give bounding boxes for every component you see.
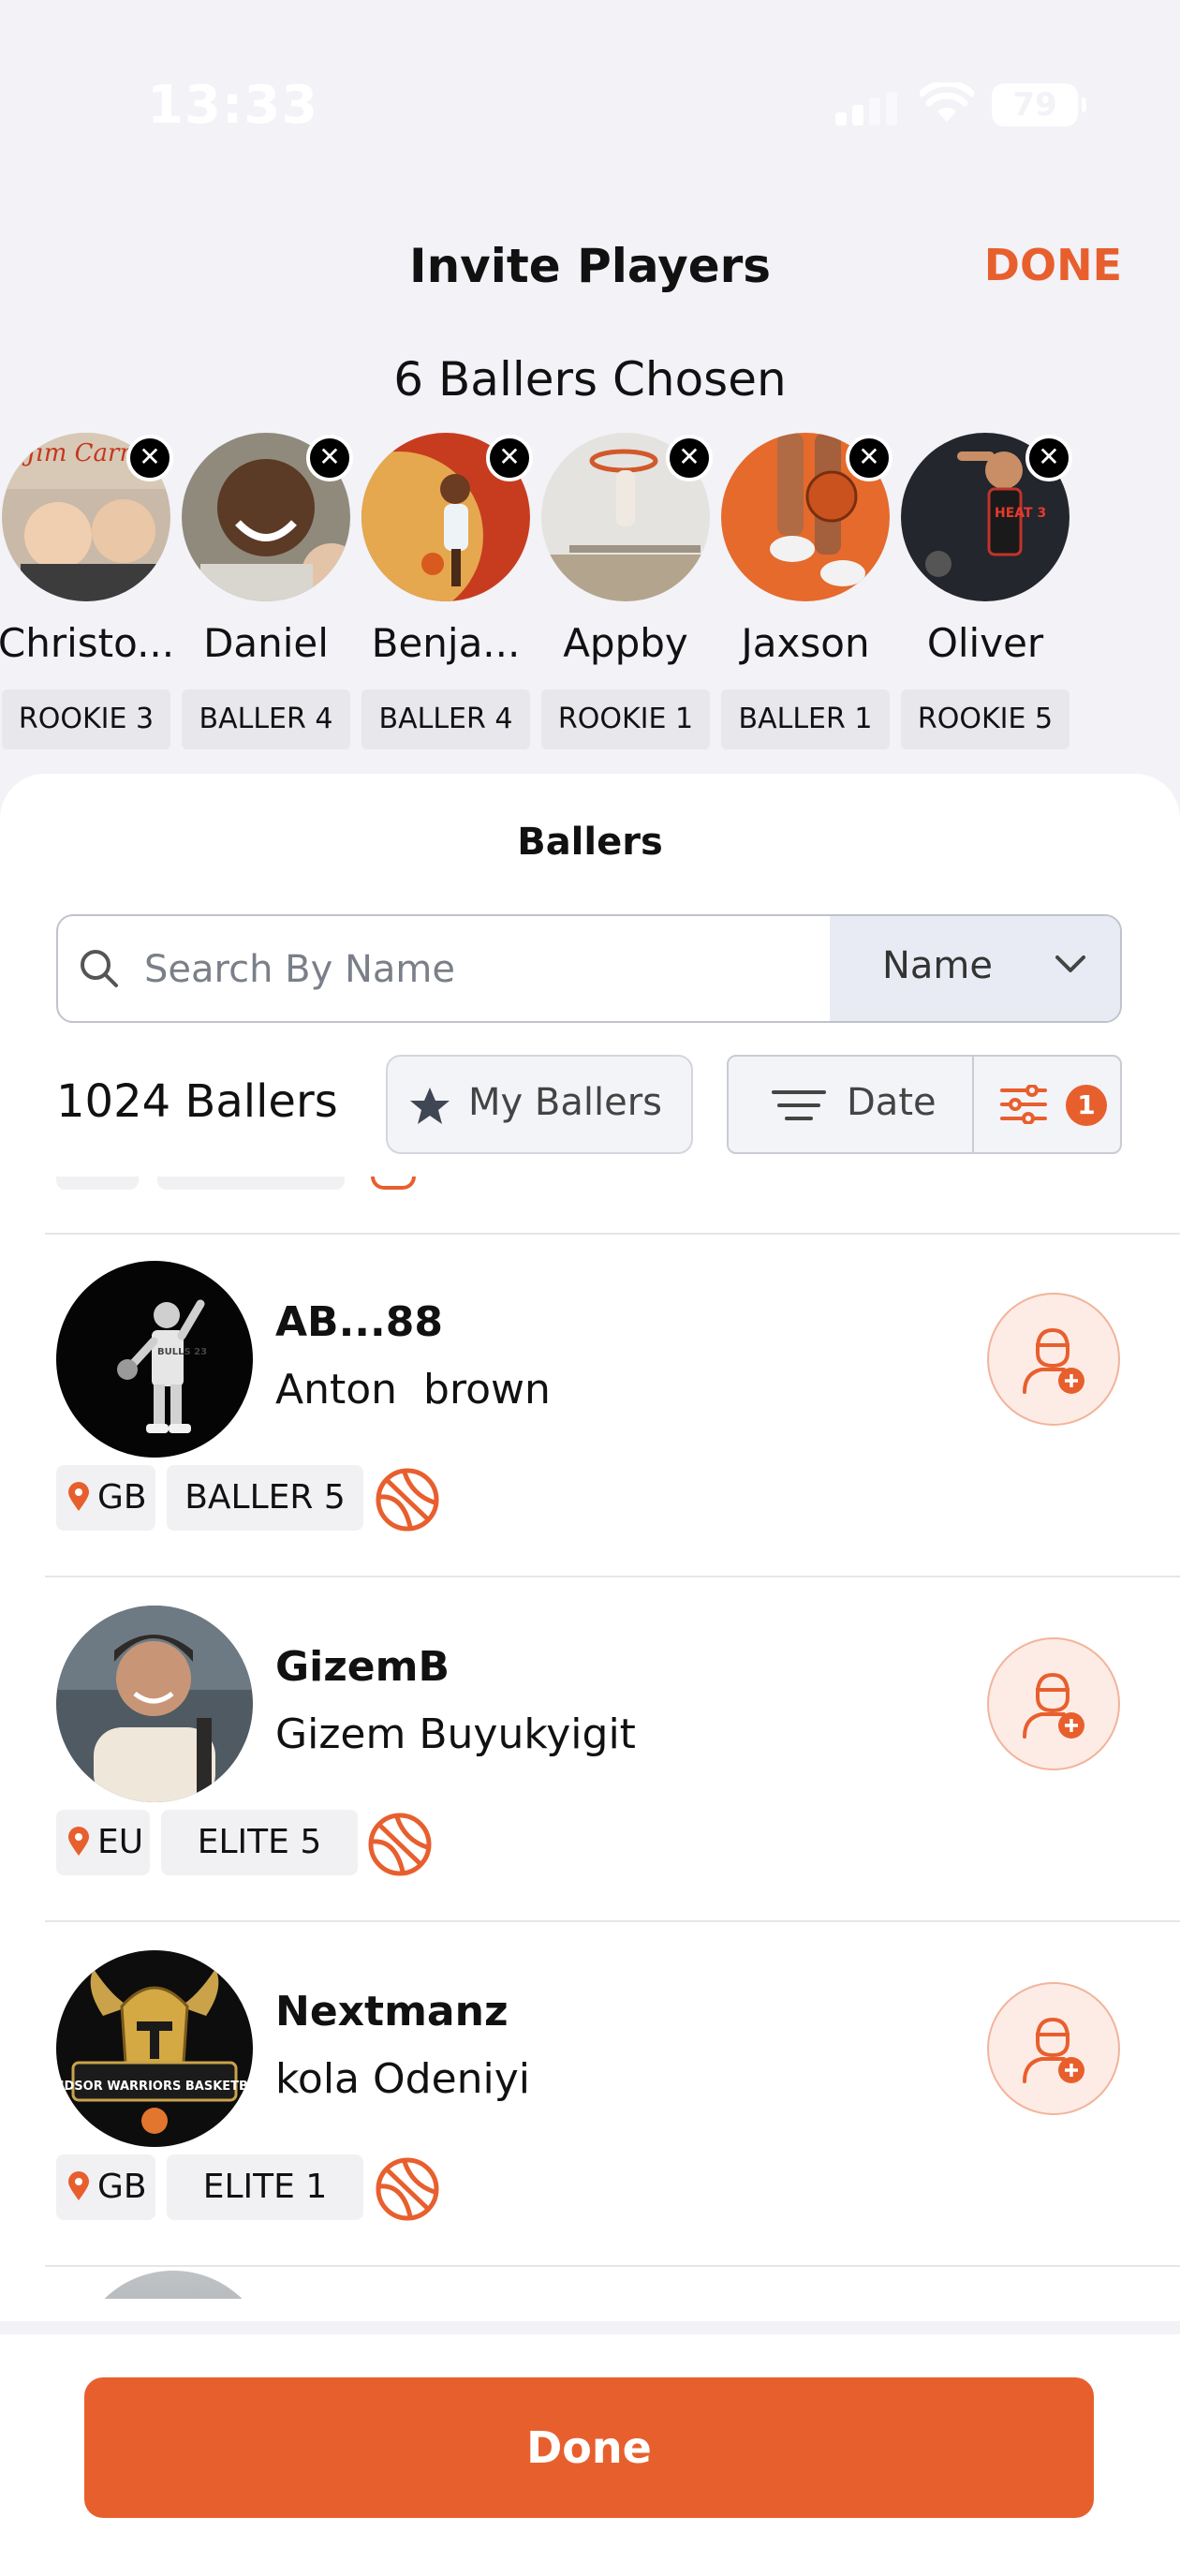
basketball-icon — [368, 1813, 432, 1876]
player-name: Gizem Buyukyigit — [275, 1710, 636, 1758]
ballers-count: 1024 Ballers — [56, 1075, 338, 1128]
chosen-player-badge: BALLER 4 — [182, 689, 350, 749]
location-code: GB — [97, 2168, 147, 2206]
add-player-icon — [1023, 1672, 1084, 1739]
list-item — [45, 1177, 1180, 1235]
remove-player-button[interactable]: ✕ — [666, 435, 713, 481]
chosen-count-label: 6 Ballers Chosen — [393, 352, 787, 407]
remove-player-button[interactable]: ✕ — [1025, 435, 1072, 481]
chosen-player-badge: ROOKIE 1 — [541, 689, 710, 749]
player-name: kola Odeniyi — [275, 2055, 531, 2103]
chevron-down-icon — [1055, 955, 1085, 972]
location-tag: GB — [56, 1465, 155, 1531]
status-bar: 13:33 79 — [0, 0, 1180, 187]
location-pin-icon — [68, 1827, 89, 1856]
invite-player-button[interactable] — [987, 1637, 1120, 1770]
filter-button[interactable]: 1 — [974, 1057, 1120, 1152]
invite-player-button[interactable] — [987, 1982, 1120, 2115]
chosen-player-name: Appby — [563, 620, 688, 666]
sort-label: Date — [847, 1081, 937, 1124]
location-pin-icon — [68, 2171, 89, 2200]
level-tag: ELITE 1 — [167, 2154, 363, 2220]
player-handle: GizemB — [275, 1643, 450, 1691]
done-button[interactable]: Done — [84, 2377, 1094, 2518]
players-list[interactable]: BULLS 23 AB...88 Anton brown GB BALLER 5… — [45, 1177, 1180, 2301]
invite-player-button[interactable] — [987, 1293, 1120, 1426]
bulls-jersey-text: BULLS 23 — [157, 1347, 207, 1357]
chosen-player-badge: BALLER 4 — [361, 689, 530, 749]
chosen-player-name: Benja... — [371, 620, 521, 666]
ballers-sheet: Ballers Name 1024 Ballers My Ballers D — [0, 774, 1180, 2563]
level-tag: BALLER 5 — [167, 1465, 363, 1531]
chosen-players-carousel[interactable]: Jim Carrey ✕ Christo... ROOKIE 3 ✕ Danie… — [0, 433, 1180, 761]
filter-sliders-icon — [1000, 1085, 1047, 1124]
basketball-icon — [376, 1468, 439, 1532]
search-field-select[interactable]: Name — [830, 916, 1120, 1021]
star-icon — [410, 1088, 450, 1124]
section-title: Ballers — [517, 821, 663, 864]
player-row[interactable]: BULLS 23 AB...88 Anton brown GB BALLER 5 — [45, 1233, 1180, 1577]
my-ballers-button[interactable]: My Ballers — [386, 1055, 693, 1154]
player-row[interactable]: WINDSOR WARRIORS BASKETBALL Nextmanz kol… — [45, 1922, 1180, 2267]
filter-count-badge: 1 — [1066, 1085, 1107, 1126]
remove-player-button[interactable]: ✕ — [126, 435, 173, 481]
level-tag: ELITE 5 — [161, 1810, 358, 1875]
chosen-player-badge: ROOKIE 5 — [901, 689, 1069, 749]
chosen-player-name: Daniel — [203, 620, 329, 666]
add-player-icon — [1023, 1327, 1084, 1394]
search-icon — [81, 950, 118, 987]
location-tag: GB — [56, 2154, 155, 2220]
location-tag: EU — [56, 1810, 150, 1875]
cellular-signal-icon — [835, 92, 897, 126]
sort-filter-group: Date 1 — [727, 1055, 1122, 1154]
chosen-player-badge: BALLER 1 — [721, 689, 890, 749]
done-link[interactable]: DONE — [984, 240, 1122, 290]
avatar: BULLS 23 — [56, 1261, 253, 1458]
location-code: EU — [97, 1823, 144, 1861]
remove-player-button[interactable]: ✕ — [846, 435, 892, 481]
avatar — [56, 1606, 253, 1802]
my-ballers-label: My Ballers — [468, 1081, 662, 1124]
chosen-player-name: Christo... — [0, 620, 175, 666]
chosen-player-name: Jaxson — [741, 620, 870, 666]
basketball-icon — [376, 2157, 439, 2221]
chosen-player-badge: ROOKIE 3 — [2, 689, 170, 749]
avatar: WINDSOR WARRIORS BASKETBALL — [56, 1950, 253, 2147]
avatar — [75, 2271, 272, 2299]
player-row[interactable]: GizemB Gizem Buyukyigit EU ELITE 5 — [45, 1577, 1180, 1922]
sort-icon — [772, 1090, 826, 1120]
sort-date-button[interactable]: Date — [729, 1057, 974, 1152]
chosen-player-name: Oliver — [926, 620, 1044, 666]
player-name: Anton brown — [275, 1366, 551, 1414]
remove-player-button[interactable]: ✕ — [306, 435, 353, 481]
status-time: 13:33 — [147, 75, 319, 136]
heat-jersey-text: HEAT 3 — [995, 506, 1046, 521]
footer: Done — [0, 2321, 1180, 2576]
search-field-select-value: Name — [882, 944, 994, 987]
search-input[interactable] — [142, 916, 877, 1021]
add-player-icon — [1023, 2017, 1084, 2083]
warriors-logo-text: WINDSOR WARRIORS BASKETBALL — [56, 2080, 253, 2094]
location-code: GB — [97, 1478, 147, 1517]
player-handle: AB...88 — [275, 1298, 443, 1346]
battery-icon: 79 — [992, 83, 1086, 126]
location-pin-icon — [68, 1482, 89, 1511]
remove-player-button[interactable]: ✕ — [486, 435, 533, 481]
player-handle: Nextmanz — [275, 1988, 509, 2036]
wifi-icon — [920, 82, 974, 122]
search-bar: Name — [56, 914, 1122, 1023]
